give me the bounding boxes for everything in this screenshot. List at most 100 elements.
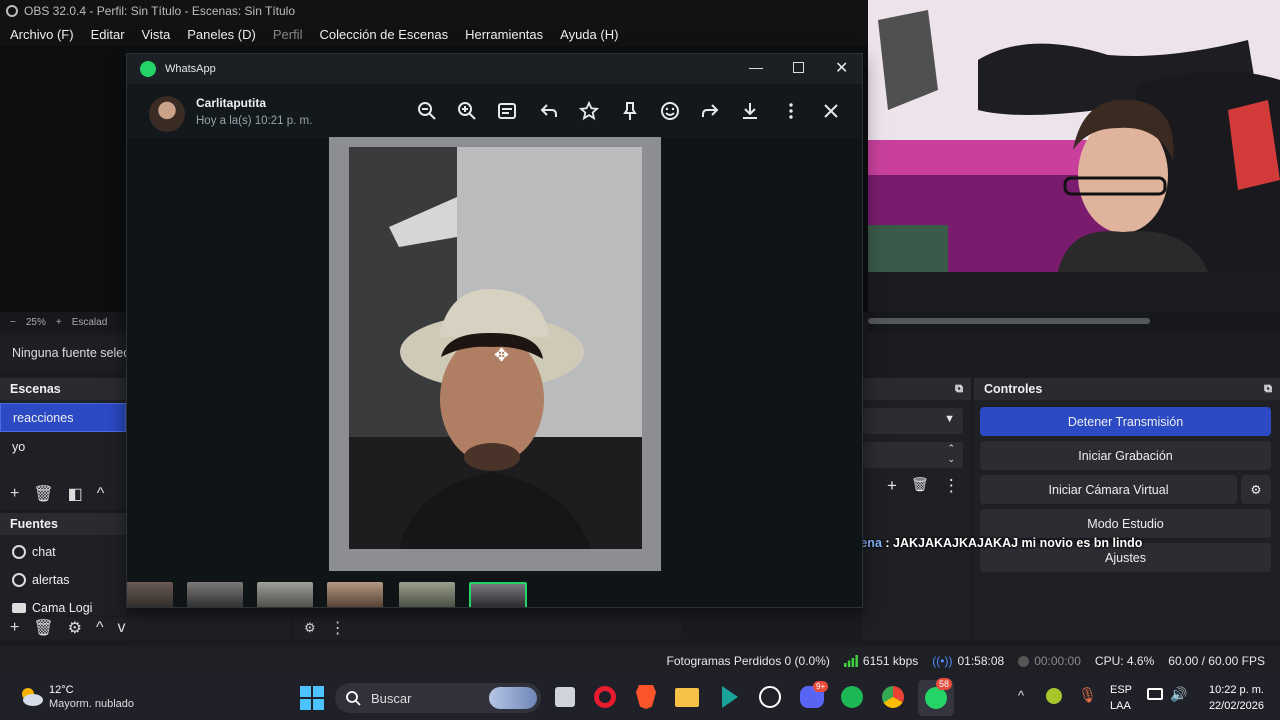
fps-readout: 60.00 / 60.00 FPS [1168,654,1265,668]
add-transition-icon[interactable]: + [887,476,897,496]
trash-icon[interactable]: 🗑 [911,476,929,496]
input-language[interactable]: ESP [1110,684,1132,696]
menu-vista[interactable]: Vista [132,27,178,42]
network-icon[interactable] [1147,688,1163,700]
chevron-down-icon[interactable]: v [118,619,126,637]
source-item-chat[interactable]: chat [0,538,126,566]
media-thumbnail[interactable] [127,582,173,607]
zoom-in-button[interactable]: + [56,317,62,328]
star-icon[interactable] [579,101,599,121]
menu-perfil[interactable]: Perfil [263,27,310,42]
spotify-icon[interactable] [841,686,863,708]
reply-icon[interactable] [539,101,559,121]
preview-zoom-controls: − 25% + Escalad [0,312,126,332]
source-item-camera[interactable]: Cama Logi [0,594,126,615]
scene-item-yo[interactable]: yo [0,432,126,462]
caption-icon[interactable] [497,101,517,121]
menu-paneles[interactable]: Paneles (D) [177,27,263,42]
dock-float-icon[interactable]: ⧉ [955,383,963,396]
search-icon [346,691,361,706]
minimize-button[interactable]: — [749,59,763,75]
add-source-icon[interactable]: + [10,619,19,637]
virtual-camera-settings-button[interactable]: ⚙ [1241,475,1271,504]
opera-icon[interactable] [594,686,616,708]
signal-bars-icon [843,655,858,667]
cloud-sun-icon [22,688,43,706]
emoji-icon[interactable] [660,101,680,121]
zoom-out-icon[interactable] [417,101,437,121]
studio-mode-button[interactable]: Modo Estudio [980,509,1271,538]
gear-icon[interactable]: ⚙ [68,618,82,638]
forward-icon[interactable] [700,101,720,121]
download-icon[interactable] [740,101,760,121]
taskbar-search[interactable]: Buscar [335,683,541,713]
maximize-button[interactable] [793,62,804,73]
weather-temperature: 12°C [49,684,74,696]
app-launcher-icon[interactable] [722,686,738,708]
stop-stream-button[interactable]: Detener Transmisión [980,407,1271,436]
brave-icon[interactable] [636,685,656,709]
globe-icon [12,573,26,587]
scale-label: Escalad [71,316,108,328]
contact-avatar[interactable] [149,96,185,132]
spinner-arrows-icon: ⌃ ⌄ [947,443,955,464]
chevron-up-icon[interactable]: ^ [96,619,104,637]
task-view-icon[interactable] [555,687,575,707]
chrome-icon[interactable] [882,686,904,708]
media-thumbnail[interactable] [399,582,455,607]
zoom-in-icon[interactable] [457,101,477,121]
menu-ayuda[interactable]: Ayuda (H) [550,27,625,42]
windows-start-icon[interactable] [300,686,324,710]
media-thumbnail[interactable] [257,582,313,607]
close-viewer-icon[interactable] [821,101,841,121]
menu-herramientas[interactable]: Herramientas [455,27,550,42]
more-icon[interactable] [781,101,801,121]
obs-titlebar: OBS 32.0.4 - Perfil: Sin Título - Escena… [0,0,868,22]
zoom-out-button[interactable]: − [10,317,16,328]
media-thumbnail-selected[interactable] [469,582,527,607]
transition-select[interactable]: ▼ [863,408,963,434]
keyboard-layout[interactable]: LAA [1110,700,1131,712]
tray-chevron-up-icon[interactable]: ^ [1018,688,1024,703]
trash-icon[interactable]: 🗑 [33,618,53,638]
source-item-alertas[interactable]: alertas [0,566,126,594]
volume-icon[interactable]: 🔊 [1170,686,1187,703]
clock-time[interactable]: 10:22 p. m. [1200,684,1264,696]
window-close-button[interactable]: ✕ [835,58,848,78]
discord-icon[interactable]: 9+ [800,681,829,708]
microphone-icon[interactable]: 🎙 [1078,686,1097,704]
add-scene-icon[interactable]: + [10,485,19,503]
menu-coleccion-escenas[interactable]: Colección de Escenas [309,27,455,42]
more-icon[interactable]: ⋮ [943,476,960,496]
media-thumbnail[interactable] [187,582,243,607]
whatsapp-window: WhatsApp — ✕ Carlitaputita Hoy a la(s) 1… [126,53,863,608]
record-icon [1018,655,1030,667]
chevron-up-icon[interactable]: ^ [97,485,105,503]
mixer-gear-icon[interactable]: ⚙ [304,620,316,636]
menu-editar[interactable]: Editar [81,27,132,42]
chevron-down-icon: ▼ [944,413,955,425]
discord-badge: 9+ [813,681,829,692]
menu-archivo[interactable]: Archivo (F) [0,27,81,42]
preview-scrollbar[interactable] [868,318,1150,324]
stream-time: 01:58:08 [957,654,1005,668]
more-icon[interactable]: ⋮ [330,618,346,638]
start-recording-button[interactable]: Iniciar Grabación [980,441,1271,470]
duration-spinner[interactable]: ⌃ ⌄ [863,442,963,468]
obs-taskbar-icon[interactable] [759,686,781,708]
start-virtual-camera-button[interactable]: Iniciar Cámara Virtual [980,475,1237,504]
contact-name: Carlitaputita [196,96,267,110]
dock-float-icon[interactable]: ⧉ [1264,383,1272,396]
clock-date[interactable]: 22/02/2026 [1200,700,1264,712]
whatsapp-taskbar-button[interactable]: 58 [918,678,954,716]
weather-widget[interactable] [18,685,44,707]
scene-item-reacciones[interactable]: reacciones [0,403,126,432]
media-thumbnail[interactable] [327,582,383,607]
transitions-dock: ▼ ⌃ ⌄ + 🗑 ⋮ [863,400,971,640]
scene-filter-icon[interactable]: ◧ [68,484,83,504]
file-explorer-icon[interactable] [675,688,699,707]
pin-icon[interactable] [620,101,640,121]
whatsapp-icon [925,687,947,709]
tray-app-icon[interactable] [1046,688,1062,704]
trash-icon[interactable]: 🗑 [33,484,53,504]
